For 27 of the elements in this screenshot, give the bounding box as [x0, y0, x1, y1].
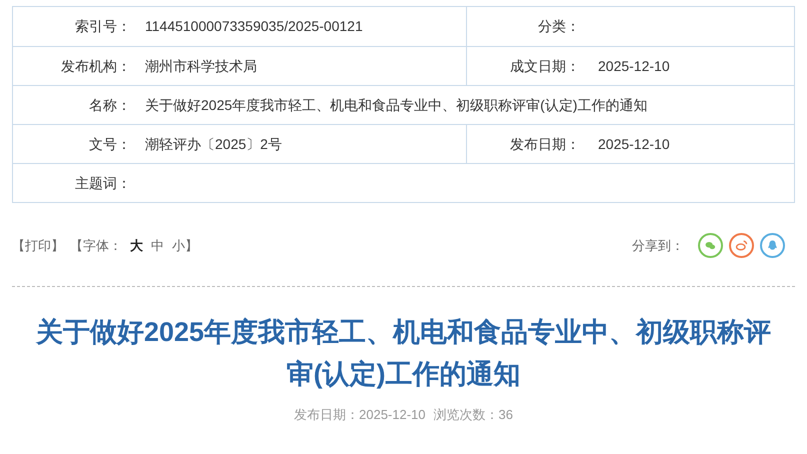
field-label: 文号：	[88, 134, 131, 154]
penguin-icon[interactable]	[760, 233, 785, 258]
field-value: 114451000073359035/2025-00121	[145, 17, 363, 36]
chat-bubbles-icon[interactable]	[698, 233, 723, 258]
article-meta: 浏览次数：36	[434, 406, 513, 424]
article-meta: 发布日期：2025-12-10	[294, 406, 426, 424]
field-label: 发布机构：	[60, 56, 131, 76]
share-label: 分享到：	[632, 236, 684, 255]
field-value: 2025-12-10	[598, 134, 670, 154]
field-label: 发布日期：	[509, 134, 580, 154]
font-size-option[interactable]: 大	[130, 236, 143, 256]
eye-swirl-icon[interactable]	[729, 233, 754, 258]
field-label: 分类：	[537, 17, 580, 36]
field-value: 关于做好2025年度我市轻工、机电和食品专业中、初级职称评审(认定)工作的通知	[145, 96, 648, 115]
field-value: 潮轻评办〔2025〕2号	[145, 134, 282, 154]
article-title: 关于做好2025年度我市轻工、机电和食品专业中、初级职称评审(认定)工作的通知	[34, 316, 772, 391]
field-label: 成文日期：	[509, 56, 580, 76]
bracket-text: 】	[185, 236, 198, 255]
field-value: 潮州市科学技术局	[145, 56, 257, 76]
field-label: 索引号：	[74, 17, 131, 36]
font-size-label: 【字体：	[70, 236, 122, 255]
field-value: 2025-12-10	[598, 56, 670, 76]
font-size-option[interactable]: 小	[172, 236, 185, 256]
font-size-option[interactable]: 中	[151, 236, 164, 256]
field-label: 主题词：	[74, 174, 131, 192]
print-link[interactable]: 【打印】	[12, 236, 64, 256]
field-label: 名称：	[88, 96, 131, 114]
